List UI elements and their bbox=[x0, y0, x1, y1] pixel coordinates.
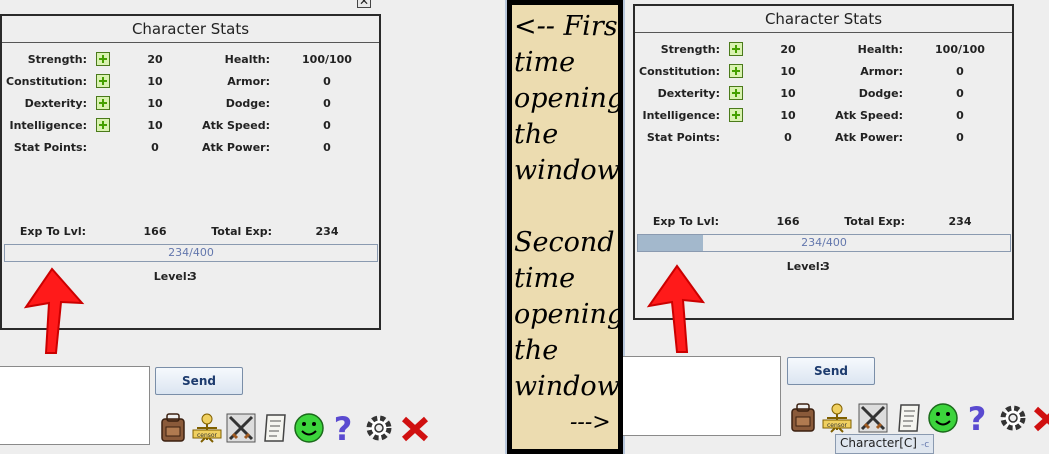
scroll-icon[interactable] bbox=[893, 402, 925, 434]
annotation-panel: <-- First time opening the window Second… bbox=[507, 0, 628, 454]
stat-value-armor: 0 bbox=[323, 75, 331, 88]
plus-dexterity-icon[interactable] bbox=[96, 96, 110, 110]
help-icon[interactable]: ? bbox=[327, 412, 359, 444]
exp-to-lvl-label: Exp To Lvl: bbox=[652, 215, 719, 228]
exp-progress-bar: 234/400 bbox=[4, 244, 378, 262]
stat-label-health: Health: bbox=[224, 53, 270, 66]
second-opening-screenshot: Character Stats Strength: 20 Constitutio… bbox=[623, 0, 1049, 454]
close-x-icon[interactable] bbox=[399, 412, 431, 444]
scroll-icon[interactable] bbox=[259, 412, 291, 444]
window-title: Character Stats bbox=[2, 16, 379, 43]
plus-dexterity-icon[interactable] bbox=[729, 86, 743, 100]
total-exp-value: 234 bbox=[948, 215, 972, 228]
exp-progress-text: 234/400 bbox=[168, 246, 214, 259]
stat-label-strength: Strength: bbox=[27, 53, 87, 66]
stat-value-dodge: 0 bbox=[956, 87, 964, 100]
censor-text: censor bbox=[827, 422, 848, 429]
annotation-line: the bbox=[514, 335, 559, 366]
total-exp-label: Total Exp: bbox=[844, 215, 905, 228]
backpack-icon[interactable] bbox=[787, 402, 819, 434]
settings-gear-icon[interactable] bbox=[997, 402, 1029, 434]
censor-icon[interactable]: censor bbox=[191, 412, 223, 444]
stat-value-atk-speed: 0 bbox=[323, 119, 331, 132]
stat-label-dodge: Dodge: bbox=[858, 87, 903, 100]
stat-value-health: 100/100 bbox=[935, 43, 985, 56]
plus-intelligence-icon[interactable] bbox=[729, 108, 743, 122]
exp-progress-bar: 234/400 bbox=[637, 234, 1011, 252]
send-button[interactable]: Send bbox=[787, 357, 875, 385]
stat-value-health: 100/100 bbox=[302, 53, 352, 66]
stat-label-atk-speed: Atk Speed: bbox=[835, 109, 903, 122]
stat-label-strength: Strength: bbox=[660, 43, 720, 56]
exp-to-lvl-label: Exp To Lvl: bbox=[19, 225, 86, 238]
annotation-line: time bbox=[514, 263, 576, 294]
smiley-icon[interactable] bbox=[293, 412, 325, 444]
total-exp-value: 234 bbox=[315, 225, 339, 238]
stat-label-atk-power: Atk Power: bbox=[835, 131, 903, 144]
stat-label-dodge: Dodge: bbox=[225, 97, 270, 110]
plus-constitution-icon[interactable] bbox=[729, 64, 743, 78]
tooltip-shortcut: -c bbox=[921, 440, 930, 450]
stat-label-health: Health: bbox=[857, 43, 903, 56]
svg-text:?: ? bbox=[334, 412, 353, 444]
stat-label-atk-speed: Atk Speed: bbox=[202, 119, 270, 132]
plus-intelligence-icon[interactable] bbox=[96, 118, 110, 132]
annotation-line: the bbox=[514, 119, 559, 150]
exp-progress-text: 234/400 bbox=[801, 236, 847, 249]
character-tooltip: Character[C] -c bbox=[835, 434, 935, 454]
stat-label-stat-points: Stat Points: bbox=[646, 131, 720, 144]
plus-constitution-icon[interactable] bbox=[96, 74, 110, 88]
stat-label-armor: Armor: bbox=[860, 65, 903, 78]
stat-value-atk-power: 0 bbox=[956, 131, 964, 144]
annotation-line: ---> bbox=[570, 410, 611, 435]
stat-label-constitution: Constitution: bbox=[639, 65, 720, 78]
plus-strength-icon[interactable] bbox=[729, 42, 743, 56]
stat-value-atk-power: 0 bbox=[323, 141, 331, 154]
total-exp-label: Total Exp: bbox=[211, 225, 272, 238]
annotation-line: Second bbox=[514, 227, 615, 258]
red-arrow-icon bbox=[646, 264, 706, 353]
first-opening-screenshot: Character Stats Strength: 20 Constitutio… bbox=[0, 0, 507, 454]
stat-label-intelligence: Intelligence: bbox=[9, 119, 88, 132]
close-x-icon[interactable] bbox=[1031, 402, 1049, 434]
stat-label-dexterity: Dexterity: bbox=[24, 97, 87, 110]
backpack-icon[interactable] bbox=[157, 412, 189, 444]
crossed-swords-icon[interactable] bbox=[857, 402, 889, 434]
stat-label-dexterity: Dexterity: bbox=[657, 87, 720, 100]
level-label: Level: bbox=[786, 260, 824, 273]
stat-label-constitution: Constitution: bbox=[6, 75, 87, 88]
chat-input[interactable] bbox=[0, 366, 150, 445]
send-button[interactable]: Send bbox=[155, 367, 243, 395]
svg-text:?: ? bbox=[968, 402, 987, 434]
stat-value-dodge: 0 bbox=[323, 97, 331, 110]
annotation-line: opening bbox=[514, 83, 625, 114]
crossed-swords-icon[interactable] bbox=[225, 412, 257, 444]
stat-label-armor: Armor: bbox=[227, 75, 270, 88]
tooltip-text: Character[C] bbox=[840, 436, 917, 450]
annotation-line: window bbox=[514, 371, 620, 402]
stat-label-intelligence: Intelligence: bbox=[642, 109, 721, 122]
annotation-line: time bbox=[514, 47, 576, 78]
stat-value-armor: 0 bbox=[956, 65, 964, 78]
close-window-icon[interactable]: ✕ bbox=[357, 0, 371, 8]
censor-icon[interactable]: censor bbox=[821, 402, 853, 434]
settings-gear-icon[interactable] bbox=[363, 412, 395, 444]
annotation-note: <-- First time opening the window Second… bbox=[512, 5, 628, 449]
stat-value-atk-speed: 0 bbox=[956, 109, 964, 122]
help-icon[interactable]: ? bbox=[961, 402, 993, 434]
annotation-line: <-- First bbox=[514, 11, 629, 42]
window-title: Character Stats bbox=[635, 6, 1012, 33]
smiley-icon[interactable] bbox=[927, 402, 959, 434]
stat-label-atk-power: Atk Power: bbox=[202, 141, 270, 154]
annotation-line: opening bbox=[514, 299, 625, 330]
stat-label-stat-points: Stat Points: bbox=[13, 141, 87, 154]
level-value: 3 bbox=[822, 260, 830, 273]
red-arrow-icon bbox=[23, 267, 85, 354]
annotation-line: window bbox=[514, 155, 620, 186]
chat-input[interactable] bbox=[623, 356, 781, 436]
level-value: 3 bbox=[189, 270, 197, 283]
censor-text: censor bbox=[197, 432, 218, 439]
plus-strength-icon[interactable] bbox=[96, 52, 110, 66]
